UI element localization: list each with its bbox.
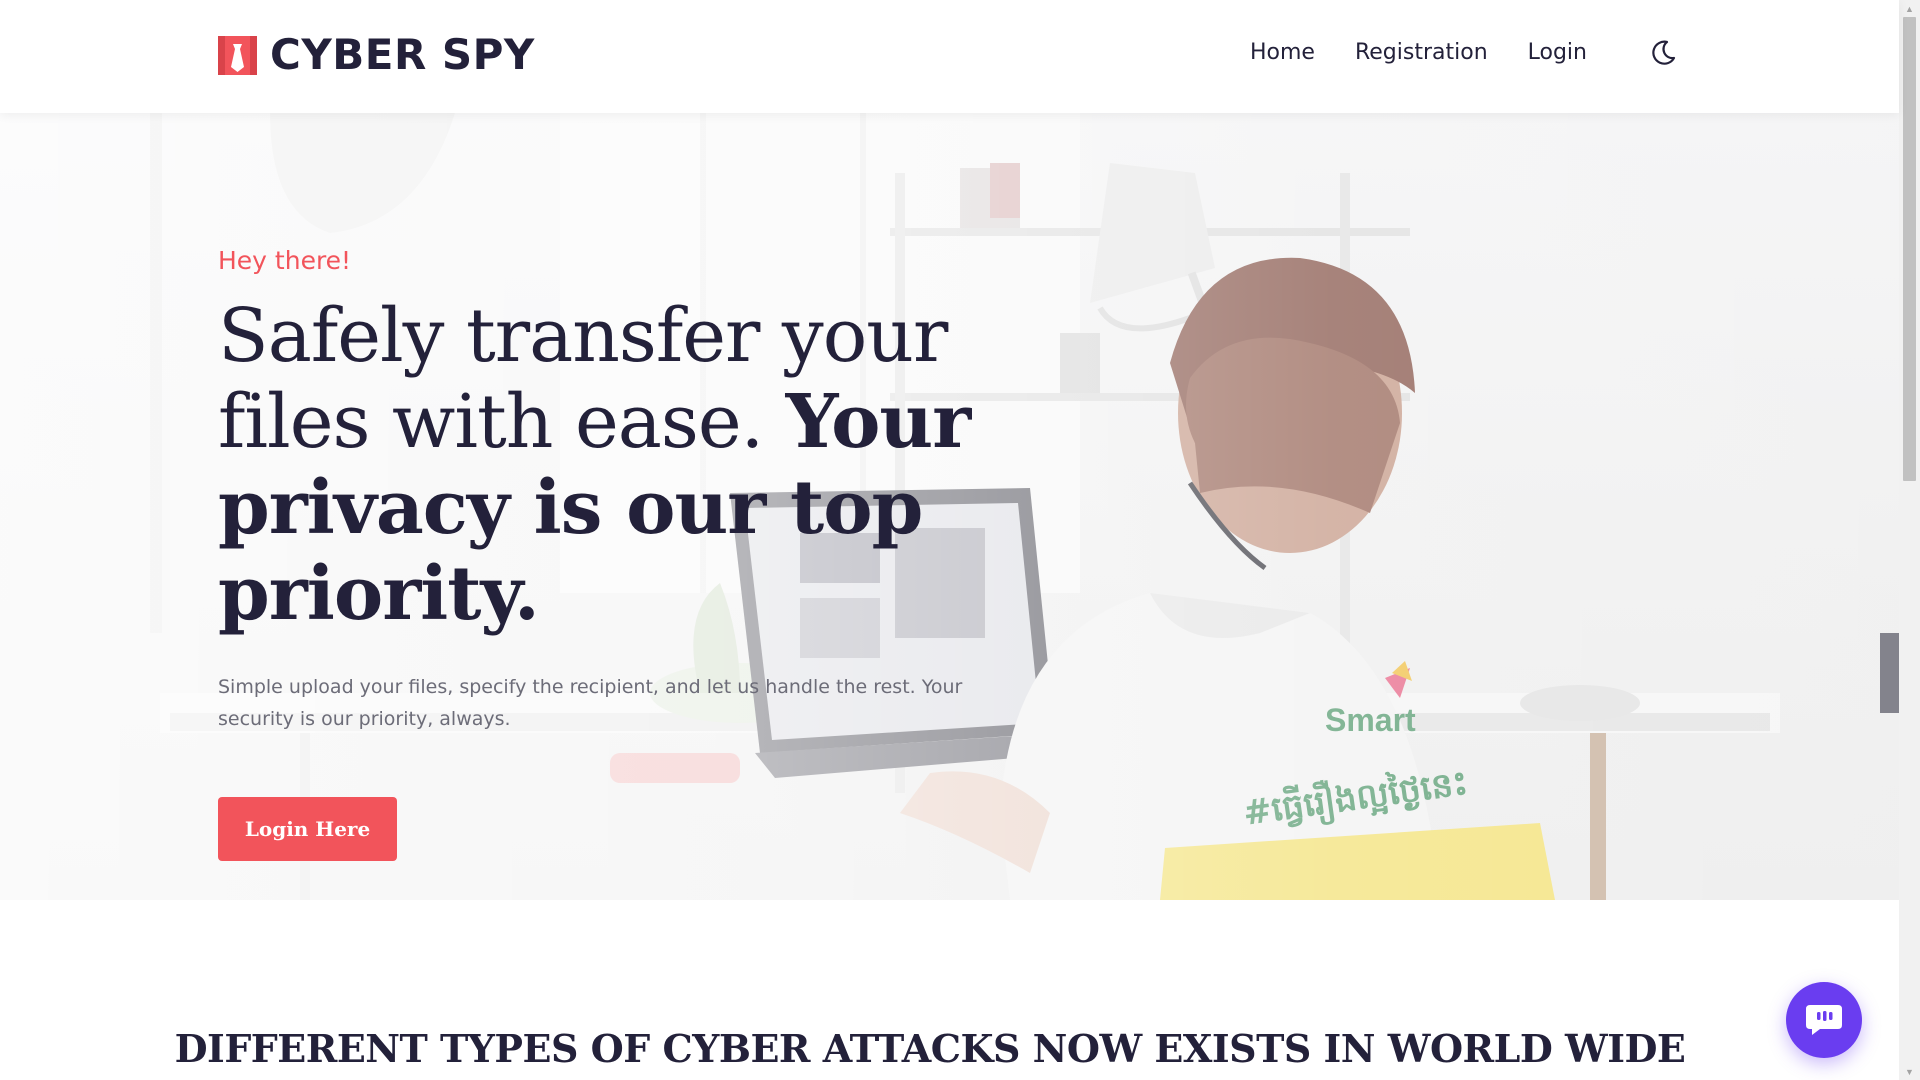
hero-description: Simple upload your files, specify the re… bbox=[218, 676, 963, 730]
hero-kicker: Hey there! bbox=[218, 246, 352, 275]
brand-logo[interactable]: CYBER SPY bbox=[218, 34, 535, 76]
nav-registration[interactable]: Registration bbox=[1355, 40, 1488, 65]
chat-widget-button[interactable] bbox=[1786, 982, 1862, 1058]
login-here-button[interactable]: Login Here bbox=[218, 797, 397, 861]
chat-bubble-icon bbox=[1806, 1005, 1842, 1035]
main-nav: Home Registration Login bbox=[1250, 40, 1627, 65]
nav-home[interactable]: Home bbox=[1250, 40, 1315, 65]
nav-login[interactable]: Login bbox=[1528, 40, 1587, 65]
hero-section: Smart #ធ្វើរឿងល្អថ្ងៃនេះ Hey there! Safe… bbox=[0, 113, 1899, 900]
tie-icon bbox=[218, 35, 257, 75]
hero-content: Hey there! Safely transfer your files wi… bbox=[218, 246, 1098, 861]
site-header: CYBER SPY Home Registration Login bbox=[0, 0, 1899, 113]
page-scrollbar[interactable]: ▲ ▼ bbox=[1899, 0, 1920, 1080]
scroll-down-arrow-icon[interactable]: ▼ bbox=[1899, 1063, 1920, 1080]
moon-icon[interactable] bbox=[1648, 38, 1678, 74]
scrollbar-thumb[interactable] bbox=[1903, 17, 1916, 481]
scroll-up-arrow-icon[interactable]: ▲ bbox=[1899, 0, 1920, 17]
section-title: DIFFERENT TYPES OF CYBER ATTACKS NOW EXI… bbox=[174, 1026, 1686, 1071]
brand-name: CYBER SPY bbox=[270, 30, 535, 79]
hero-title: Safely transfer your files with ease. Yo… bbox=[218, 293, 1098, 637]
